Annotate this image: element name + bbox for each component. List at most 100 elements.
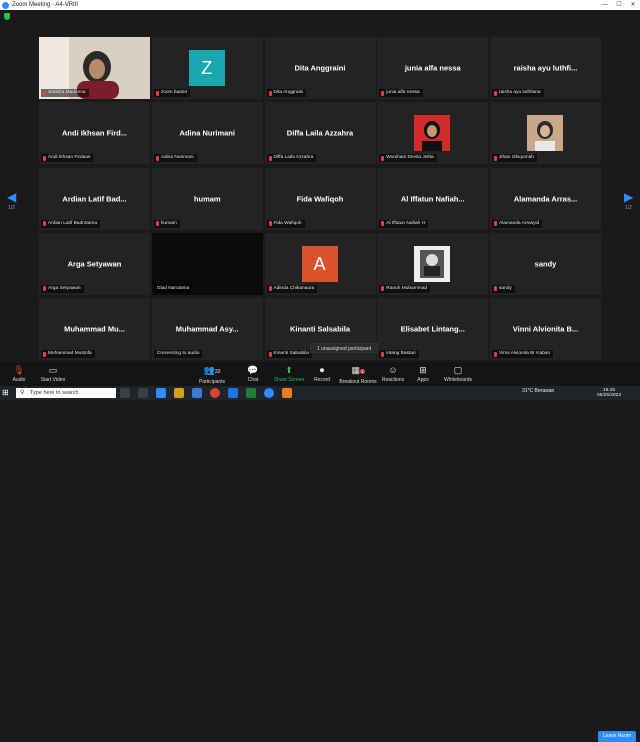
record-icon: ⏺ — [319, 365, 325, 375]
participant-label: Diffa Laila Azzahra — [266, 154, 317, 163]
participant-tile[interactable]: Al Iffatun Nafiah... Al Iffatun Nafiah H — [377, 167, 489, 230]
cortana-icon[interactable] — [120, 388, 130, 398]
participant-tile[interactable]: junia alfa nessa junia alfa nessa — [377, 37, 489, 99]
next-page-arrow-icon[interactable]: ▶ — [624, 190, 633, 204]
chat-button[interactable]: 💬 Chat — [244, 365, 262, 383]
reactions-button[interactable]: ☺ Reactions — [381, 365, 405, 383]
meeting-toolbar: 🎙 Audio ▭ Start Video 👥33 Participants 💬… — [0, 362, 640, 742]
participant-name: Fida Wafiqoh — [296, 194, 344, 203]
share-screen-button[interactable]: ⬆ Share Screen — [273, 365, 305, 383]
avatar: Z — [188, 50, 225, 86]
reactions-icon: ☺ — [388, 365, 398, 375]
page-indicator-left: 1/2 — [8, 205, 15, 211]
participant-tile[interactable]: Zzoom baa04 — [151, 37, 263, 99]
participant-label: Vinni Alvionita Br Kaban — [492, 350, 554, 358]
app-icon-3[interactable] — [282, 388, 292, 398]
participant-tile[interactable]: A Adinda Chikanaura — [264, 232, 376, 295]
participant-label: Arga Setyawan — [41, 284, 84, 293]
record-button[interactable]: ⏺ Record — [313, 365, 331, 383]
participant-tile[interactable]: sandy sandy — [490, 232, 601, 295]
whiteboard-icon: ▢ — [453, 365, 463, 375]
participant-label: Adinda Chikanaura — [266, 284, 318, 293]
audio-button[interactable]: 🎙 Audio — [9, 365, 29, 383]
participant-tile[interactable]: Sarisha Madonna — [39, 37, 150, 99]
clock[interactable]: 18:45 05/25/2023 — [597, 388, 621, 398]
participant-tile[interactable]: Vinni Alvionita B... Vinni Alvionita Br K… — [490, 298, 601, 360]
participant-tile[interactable]: Alamanda Arras... Alamanda Arrasyid — [490, 167, 601, 230]
app-icon-2[interactable] — [246, 388, 256, 398]
profile-photo — [527, 115, 563, 152]
edge-icon[interactable] — [228, 388, 238, 398]
participant-name: Muhammad Asy... — [175, 324, 239, 334]
participant-tile[interactable]: Ranuh Muhammad — [377, 232, 489, 295]
participant-label: Kinanti Salsabila — [266, 350, 312, 358]
participant-name: Vinni Alvionita B... — [512, 324, 579, 334]
participant-tile[interactable]: Muhammad Mu... Muhammad Mustofa — [39, 298, 150, 360]
participant-tile[interactable]: Glad Narotama — [151, 232, 263, 295]
prev-page-arrow-icon[interactable]: ◀ — [7, 190, 16, 204]
participant-tile[interactable]: Adina Nurimani Adina Nurimani — [151, 102, 263, 165]
participant-label: Sarisha Madonna — [41, 89, 89, 97]
window-titlebar: Zoom Meeting - A4-VRIII — ☐ ✕ — [0, 0, 640, 10]
participant-tile[interactable]: Elisabet Lintang... intang Bastari — [377, 298, 489, 360]
close-button[interactable]: ✕ — [626, 0, 640, 10]
leave-room-button[interactable]: Leave Room — [598, 731, 636, 742]
participant-tile[interactable]: Fida Wafiqoh Fida Wafiqoh — [264, 167, 376, 230]
participant-tile[interactable]: Jihan Izbiqomah — [490, 102, 601, 165]
apps-button[interactable]: ⊞ Apps — [415, 365, 431, 383]
participant-label: Jihan Izbiqomah — [492, 154, 537, 163]
participant-label: Connecting to audio — [153, 350, 203, 358]
participant-tile[interactable]: Muhammad Asy... Connecting to audio — [151, 298, 263, 360]
participant-label: Al Iffatun Nafiah H — [379, 219, 429, 228]
task-view-icon[interactable] — [138, 388, 148, 398]
participant-name: Al Iffatun Nafiah... — [400, 194, 465, 203]
breakout-rooms-icon: ▦1 — [351, 365, 365, 375]
participants-button[interactable]: 👥33 Participants — [197, 365, 227, 385]
app-icon-1[interactable] — [156, 388, 166, 398]
store-icon[interactable] — [192, 388, 202, 398]
window-controls: — ☐ ✕ — [598, 0, 640, 10]
shield-icon[interactable] — [4, 13, 10, 20]
participant-label: sandy — [492, 284, 515, 293]
taskbar-search-input[interactable]: ⚲ Type here to search — [16, 388, 116, 398]
muted-mic-icon: 🎙 — [13, 365, 25, 375]
participant-label: zoom baa04 — [153, 89, 191, 97]
participant-label: Andi Ikhsan Firdaus — [41, 154, 94, 163]
participant-tile[interactable]: humam humam — [151, 167, 263, 230]
file-explorer-icon[interactable] — [174, 388, 184, 398]
participant-label: Wunihani Devita Jelita — [379, 154, 437, 163]
maximize-button[interactable]: ☐ — [612, 0, 626, 10]
participant-tile[interactable]: Diffa Laila Azzahra Diffa Laila Azzahra — [264, 102, 376, 165]
gallery-grid: Sarisha Madonna Zzoom baa04 Dita Anggraini… — [39, 37, 601, 360]
participant-name: raisha ayu luthfi... — [513, 63, 578, 73]
participant-tile[interactable]: Ardian Latif Bad... Ardian Latif Badrotam… — [39, 167, 150, 230]
participant-label: Adina Nurimani — [153, 154, 197, 163]
chrome-icon[interactable] — [210, 388, 220, 398]
profile-photo — [414, 115, 451, 152]
participant-tile[interactable]: Wunihani Devita Jelita — [377, 102, 489, 165]
participant-name: Kinanti Salsabila — [289, 324, 351, 334]
participant-label: Alamanda Arrasyid — [492, 219, 543, 228]
weather-status[interactable]: 31°C Berawan — [522, 388, 554, 394]
apps-icon: ⊞ — [419, 365, 427, 375]
participant-label: Fida Wafiqoh — [266, 219, 305, 228]
whiteboards-button[interactable]: ▢ Whiteboards — [443, 365, 473, 383]
participant-tile[interactable]: raisha ayu luthfi... raisha ayu luthfiana — [490, 37, 601, 99]
participant-label: Glad Narotama — [153, 284, 193, 293]
avatar: A — [301, 245, 338, 282]
breakout-rooms-button[interactable]: ▦1 Breakout Rooms — [339, 365, 377, 385]
participant-tile[interactable]: Arga Setyawan Arga Setyawan — [39, 232, 150, 295]
zoom-taskbar-icon[interactable] — [264, 388, 274, 398]
page-indicator-right: 1/2 — [625, 205, 632, 211]
participant-name: sandy — [534, 259, 557, 269]
share-screen-icon: ⬆ — [285, 365, 293, 375]
participant-tile[interactable]: Dita Anggraini Dita Anggraini — [264, 37, 376, 99]
participant-name: junia alfa nessa — [404, 63, 461, 73]
participant-tile[interactable]: Andi Ikhsan Fird... Andi Ikhsan Firdaus — [39, 102, 150, 165]
minimize-button[interactable]: — — [598, 0, 612, 10]
windows-taskbar: ⊞ ⚲ Type here to search 31°C Berawan 18:… — [0, 386, 640, 400]
windows-start-icon[interactable]: ⊞ — [2, 389, 10, 397]
unassigned-participant-notice[interactable]: 1 unassigned participant — [310, 343, 378, 353]
participant-label: intang Bastari — [379, 350, 419, 358]
start-video-button[interactable]: ▭ Start Video — [39, 365, 67, 383]
